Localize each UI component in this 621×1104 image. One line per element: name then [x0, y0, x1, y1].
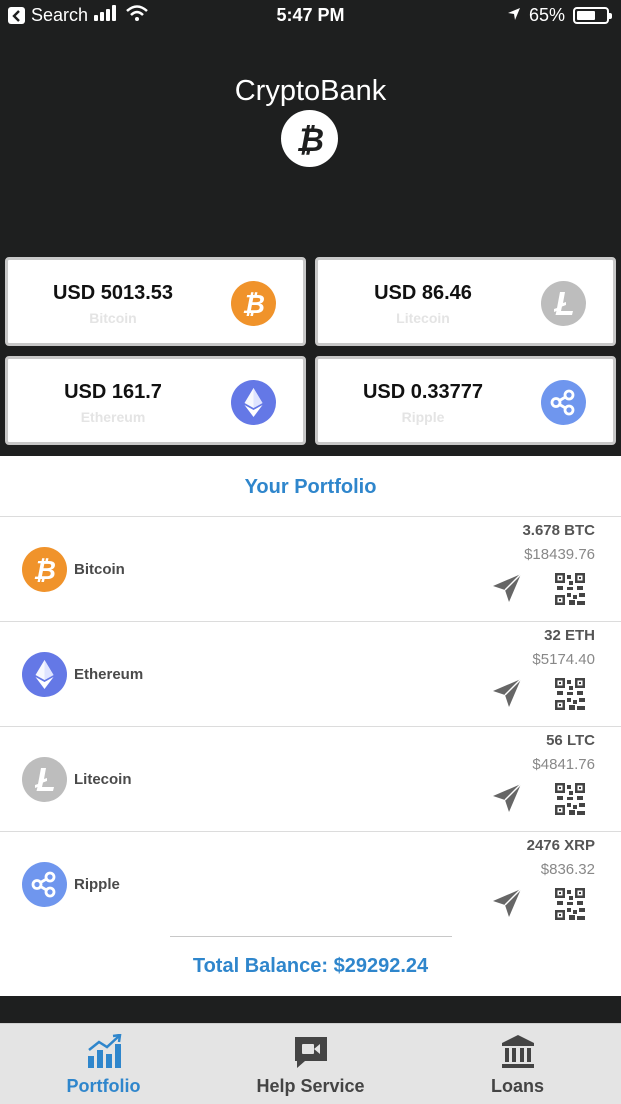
tab-label: Help Service — [256, 1076, 365, 1096]
portfolio-title: Your Portfolio — [244, 476, 377, 498]
bank-icon — [502, 1035, 534, 1068]
ethereum-icon — [231, 380, 276, 425]
rate-value: USD 161.7 — [64, 381, 162, 403]
chart-icon — [88, 1034, 122, 1068]
rate-value: USD 86.46 — [374, 282, 472, 304]
bitcoin-logo-icon: ₿ — [281, 110, 338, 167]
portfolio-row-bitcoin[interactable]: ₿ Bitcoin 3.678 BTC $18439.76 — [0, 517, 621, 622]
portfolio-row-litecoin[interactable]: Litecoin 56 LTC $4841.76 — [0, 727, 621, 832]
rate-card-litecoin[interactable]: USD 86.46 Litecoin — [315, 257, 616, 346]
tab-help-service[interactable]: Help Service — [207, 1024, 414, 1104]
send-icon[interactable] — [492, 888, 522, 918]
rate-value: USD 5013.53 — [52, 282, 174, 304]
bitcoin-icon: ₿ — [22, 547, 67, 592]
portfolio-panel: Your Portfolio ₿ Bitcoin 3.678 BTC $1843… — [0, 456, 621, 996]
rate-coin-name: Bitcoin — [89, 310, 137, 326]
send-icon[interactable] — [492, 783, 522, 813]
ripple-icon — [22, 862, 67, 907]
coin-amount: 3.678 BTC — [522, 522, 595, 539]
coin-name: Bitcoin — [74, 561, 125, 578]
coin-usd-value: $5174.40 — [532, 651, 595, 668]
coin-name: Ripple — [74, 876, 120, 893]
svg-text:₿: ₿ — [295, 121, 323, 158]
ethereum-icon — [22, 652, 67, 697]
qr-code-icon[interactable] — [555, 678, 585, 710]
total-divider — [170, 936, 452, 937]
rate-value: USD 0.33777 — [362, 381, 484, 403]
coin-amount: 32 ETH — [544, 627, 595, 644]
portfolio-row-ripple[interactable]: Ripple 2476 XRP $836.32 — [0, 832, 621, 937]
coin-name: Ethereum — [74, 666, 144, 683]
bitcoin-icon: ₿ — [231, 281, 276, 326]
rate-coin-name: Ripple — [401, 409, 445, 425]
coin-amount: 2476 XRP — [526, 837, 595, 854]
tab-loans[interactable]: Loans — [414, 1024, 621, 1104]
tab-bar: Portfolio Help Service Loans — [0, 1023, 621, 1104]
rate-card-ethereum[interactable]: USD 161.7 Ethereum — [5, 356, 306, 445]
portfolio-row-ethereum[interactable]: Ethereum 32 ETH $5174.40 — [0, 622, 621, 727]
total-balance: Total Balance: $29292.24 — [192, 955, 429, 977]
app-title: CryptoBank — [234, 75, 387, 107]
rate-card-ripple[interactable]: USD 0.33777 Ripple — [315, 356, 616, 445]
svg-text:₿: ₿ — [242, 290, 265, 320]
location-arrow-icon — [507, 5, 521, 26]
qr-code-icon[interactable] — [555, 888, 585, 920]
coin-usd-value: $18439.76 — [524, 546, 595, 563]
send-icon[interactable] — [492, 573, 522, 603]
rate-coin-name: Ethereum — [80, 409, 146, 425]
coin-name: Litecoin — [74, 771, 132, 788]
tab-portfolio[interactable]: Portfolio — [0, 1024, 207, 1104]
battery-icon — [573, 7, 612, 24]
litecoin-icon — [541, 281, 586, 326]
chat-video-icon — [295, 1037, 327, 1068]
coin-usd-value: $4841.76 — [532, 756, 595, 773]
send-icon[interactable] — [492, 678, 522, 708]
status-bar: Search 5:47 PM 65% — [0, 0, 621, 34]
tab-label: Loans — [490, 1076, 544, 1096]
qr-code-icon[interactable] — [555, 783, 585, 815]
svg-text:₿: ₿ — [33, 556, 56, 586]
qr-code-icon[interactable] — [555, 573, 585, 605]
litecoin-icon — [22, 757, 67, 802]
rate-coin-name: Litecoin — [396, 310, 450, 326]
battery-percent: 65% — [528, 5, 565, 25]
tab-label: Portfolio — [66, 1076, 141, 1096]
ripple-icon — [541, 380, 586, 425]
rate-card-bitcoin[interactable]: USD 5013.53 Bitcoin ₿ — [5, 257, 306, 346]
coin-usd-value: $836.32 — [540, 861, 595, 878]
coin-amount: 56 LTC — [546, 732, 595, 749]
